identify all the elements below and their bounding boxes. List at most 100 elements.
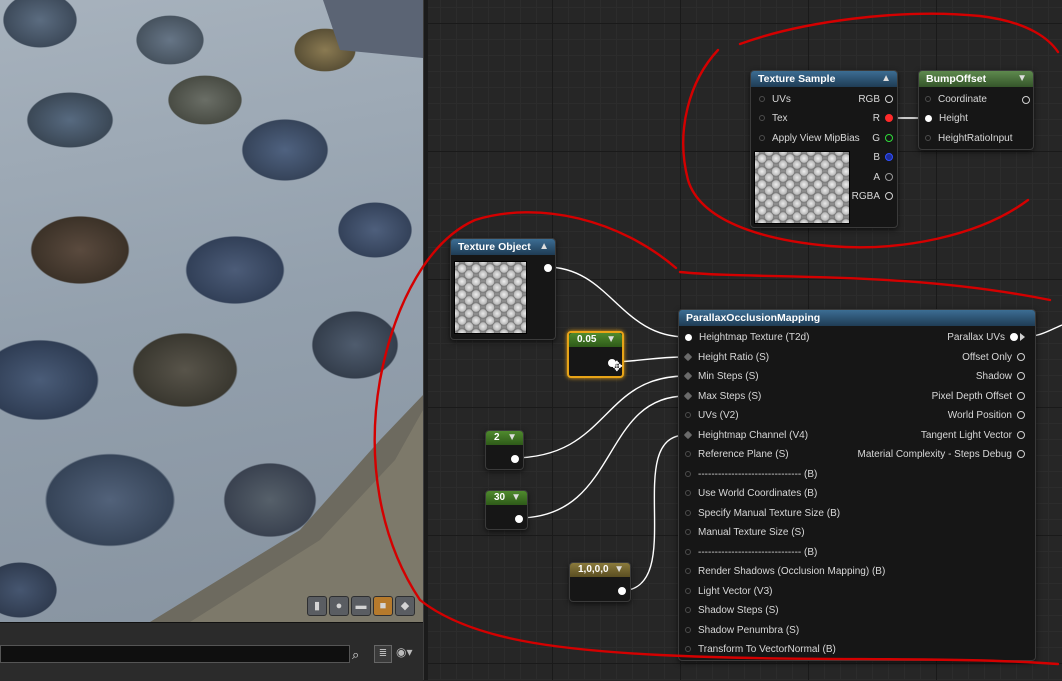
input-pin-icon[interactable]	[925, 96, 931, 103]
input-pin-icon[interactable]	[685, 627, 691, 634]
input-pin-icon[interactable]	[685, 451, 691, 458]
input-shadow-steps[interactable]: Shadow Steps (S)	[685, 604, 779, 618]
input-separator-2[interactable]: ------------------------------- (B)	[685, 546, 817, 560]
output-pin-icon[interactable]	[1017, 431, 1025, 440]
texture-object-node[interactable]: Texture Object ▲	[450, 238, 556, 340]
collapse-arrow-icon[interactable]: ▲	[539, 239, 549, 255]
output-b[interactable]: B	[873, 151, 893, 165]
input-shadow-penumbra[interactable]: Shadow Penumbra (S)	[685, 624, 799, 638]
output-pin-icon[interactable]	[1010, 333, 1018, 342]
constant-heightmap-channel-node[interactable]: 1,0,0,0 ▼	[569, 562, 631, 602]
input-pin-icon[interactable]	[925, 114, 932, 122]
input-specify-manual-texture-size[interactable]: Specify Manual Texture Size (B)	[685, 507, 840, 521]
input-coordinate[interactable]: Coordinate	[925, 93, 987, 107]
input-uvs[interactable]: UVs (V2)	[685, 409, 739, 423]
input-reference-plane[interactable]: Reference Plane (S)	[685, 448, 789, 462]
output-tangent-light-vector[interactable]: Tangent Light Vector	[921, 429, 1025, 443]
constant-max-steps-node[interactable]: 30 ▼	[485, 490, 528, 530]
input-tex[interactable]: Tex	[759, 112, 788, 126]
input-pin-icon[interactable]	[685, 588, 691, 595]
search-input[interactable]	[0, 645, 350, 663]
input-height[interactable]: Height	[925, 112, 968, 126]
parallax-occlusion-mapping-node[interactable]: ParallaxOcclusionMapping Heightmap Textu…	[678, 309, 1036, 661]
output-pin-icon[interactable]	[885, 173, 893, 182]
plane-icon[interactable]: ▬	[351, 596, 371, 616]
collapse-arrow-icon[interactable]: ▼	[614, 563, 624, 577]
output-pin-icon[interactable]	[1017, 372, 1025, 381]
constant-output-pin-icon[interactable]	[618, 587, 626, 595]
input-pin-icon[interactable]	[685, 510, 691, 517]
output-pin-icon[interactable]	[1017, 411, 1025, 420]
sphere-icon[interactable]: ●	[329, 596, 349, 616]
texture-sample-node[interactable]: Texture Sample ▲ UVs Tex Apply View MipB…	[750, 70, 898, 228]
output-pin-icon[interactable]	[885, 134, 893, 143]
input-apply-view-mipbias[interactable]: Apply View MipBias	[759, 132, 860, 146]
input-max-steps[interactable]: Max Steps (S)	[683, 390, 761, 404]
output-pin-icon[interactable]	[1017, 353, 1025, 362]
input-pin-icon[interactable]	[685, 529, 691, 536]
constant-min-steps-node[interactable]: 2 ▼	[485, 430, 524, 470]
output-g[interactable]: G	[872, 132, 893, 146]
constant-output-pin-icon[interactable]	[515, 515, 523, 523]
cube-icon[interactable]: ■	[373, 596, 393, 616]
input-pin-icon[interactable]	[759, 96, 765, 103]
output-r[interactable]: R	[873, 112, 893, 126]
input-pin-icon[interactable]	[685, 412, 691, 419]
output-parallax-uvs[interactable]: Parallax UVs	[947, 331, 1025, 345]
input-uvs[interactable]: UVs	[759, 93, 791, 107]
material-preview-viewport[interactable]: ▮ ● ▬ ■ ◆	[0, 0, 423, 622]
input-pin-icon[interactable]	[683, 392, 693, 401]
input-heightmap-channel[interactable]: Heightmap Channel (V4)	[683, 429, 808, 443]
input-pin-icon[interactable]	[925, 135, 931, 142]
input-manual-texture-size[interactable]: Manual Texture Size (S)	[685, 526, 805, 540]
input-pin-icon[interactable]	[685, 490, 691, 497]
input-pin-icon[interactable]	[683, 353, 693, 362]
output-material-complexity[interactable]: Material Complexity - Steps Debug	[857, 448, 1025, 462]
bump-offset-output-pin-icon[interactable]	[1022, 96, 1030, 104]
output-pin-icon[interactable]	[885, 153, 893, 162]
input-pin-icon[interactable]	[683, 431, 693, 440]
output-shadow[interactable]: Shadow	[976, 370, 1025, 384]
output-world-position[interactable]: World Position	[948, 409, 1025, 423]
output-pin-icon[interactable]	[885, 95, 893, 104]
input-height-ratio[interactable]: Height Ratio (S)	[683, 351, 769, 365]
input-pin-icon[interactable]	[685, 568, 691, 575]
output-pixel-depth-offset[interactable]: Pixel Depth Offset	[932, 390, 1025, 404]
collapse-arrow-icon[interactable]: ▼	[511, 491, 521, 505]
collapse-arrow-icon[interactable]: ▼	[1017, 71, 1027, 87]
input-pin-icon[interactable]	[685, 471, 691, 478]
bump-offset-node[interactable]: BumpOffset ▼ Coordinate Height HeightRat…	[918, 70, 1034, 150]
input-pin-icon[interactable]	[685, 607, 691, 614]
output-pin-icon[interactable]	[885, 192, 893, 201]
teapot-icon[interactable]: ◆	[395, 596, 415, 616]
input-pin-icon[interactable]	[685, 333, 692, 341]
output-rgb[interactable]: RGB	[858, 93, 893, 107]
input-pin-icon[interactable]	[683, 372, 693, 381]
constant-output-pin-icon[interactable]	[511, 455, 519, 463]
cylinder-icon[interactable]: ▮	[307, 596, 327, 616]
input-light-vector[interactable]: Light Vector (V3)	[685, 585, 772, 599]
input-transform-to-vector-normal[interactable]: Transform To VectorNormal (B)	[685, 643, 836, 657]
input-pin-icon[interactable]	[685, 646, 691, 653]
texture-object-output-pin-icon[interactable]	[544, 264, 552, 272]
input-pin-icon[interactable]	[759, 135, 765, 142]
input-use-world-coordinates[interactable]: Use World Coordinates (B)	[685, 487, 817, 501]
collapse-arrow-icon[interactable]: ▼	[507, 431, 517, 445]
input-height-ratio-input[interactable]: HeightRatioInput	[925, 132, 1013, 146]
list-view-icon[interactable]: ≣	[374, 645, 392, 663]
input-separator-1[interactable]: ------------------------------- (B)	[685, 468, 817, 482]
input-pin-icon[interactable]	[759, 115, 765, 122]
input-pin-icon[interactable]	[685, 549, 691, 556]
output-pin-icon[interactable]	[885, 114, 893, 123]
search-icon[interactable]: ⌕	[352, 647, 359, 663]
output-rgba[interactable]: RGBA	[852, 190, 893, 204]
output-offset-only[interactable]: Offset Only	[962, 351, 1025, 365]
input-min-steps[interactable]: Min Steps (S)	[683, 370, 759, 384]
output-pin-icon[interactable]	[1017, 392, 1025, 401]
collapse-arrow-icon[interactable]: ▼	[606, 333, 616, 347]
input-render-shadows[interactable]: Render Shadows (Occlusion Mapping) (B)	[685, 565, 885, 579]
output-pin-icon[interactable]	[1017, 450, 1025, 459]
input-heightmap-texture[interactable]: Heightmap Texture (T2d)	[685, 331, 809, 345]
view-options-icon[interactable]: ◉▾	[396, 645, 413, 659]
output-a[interactable]: A	[873, 171, 893, 185]
